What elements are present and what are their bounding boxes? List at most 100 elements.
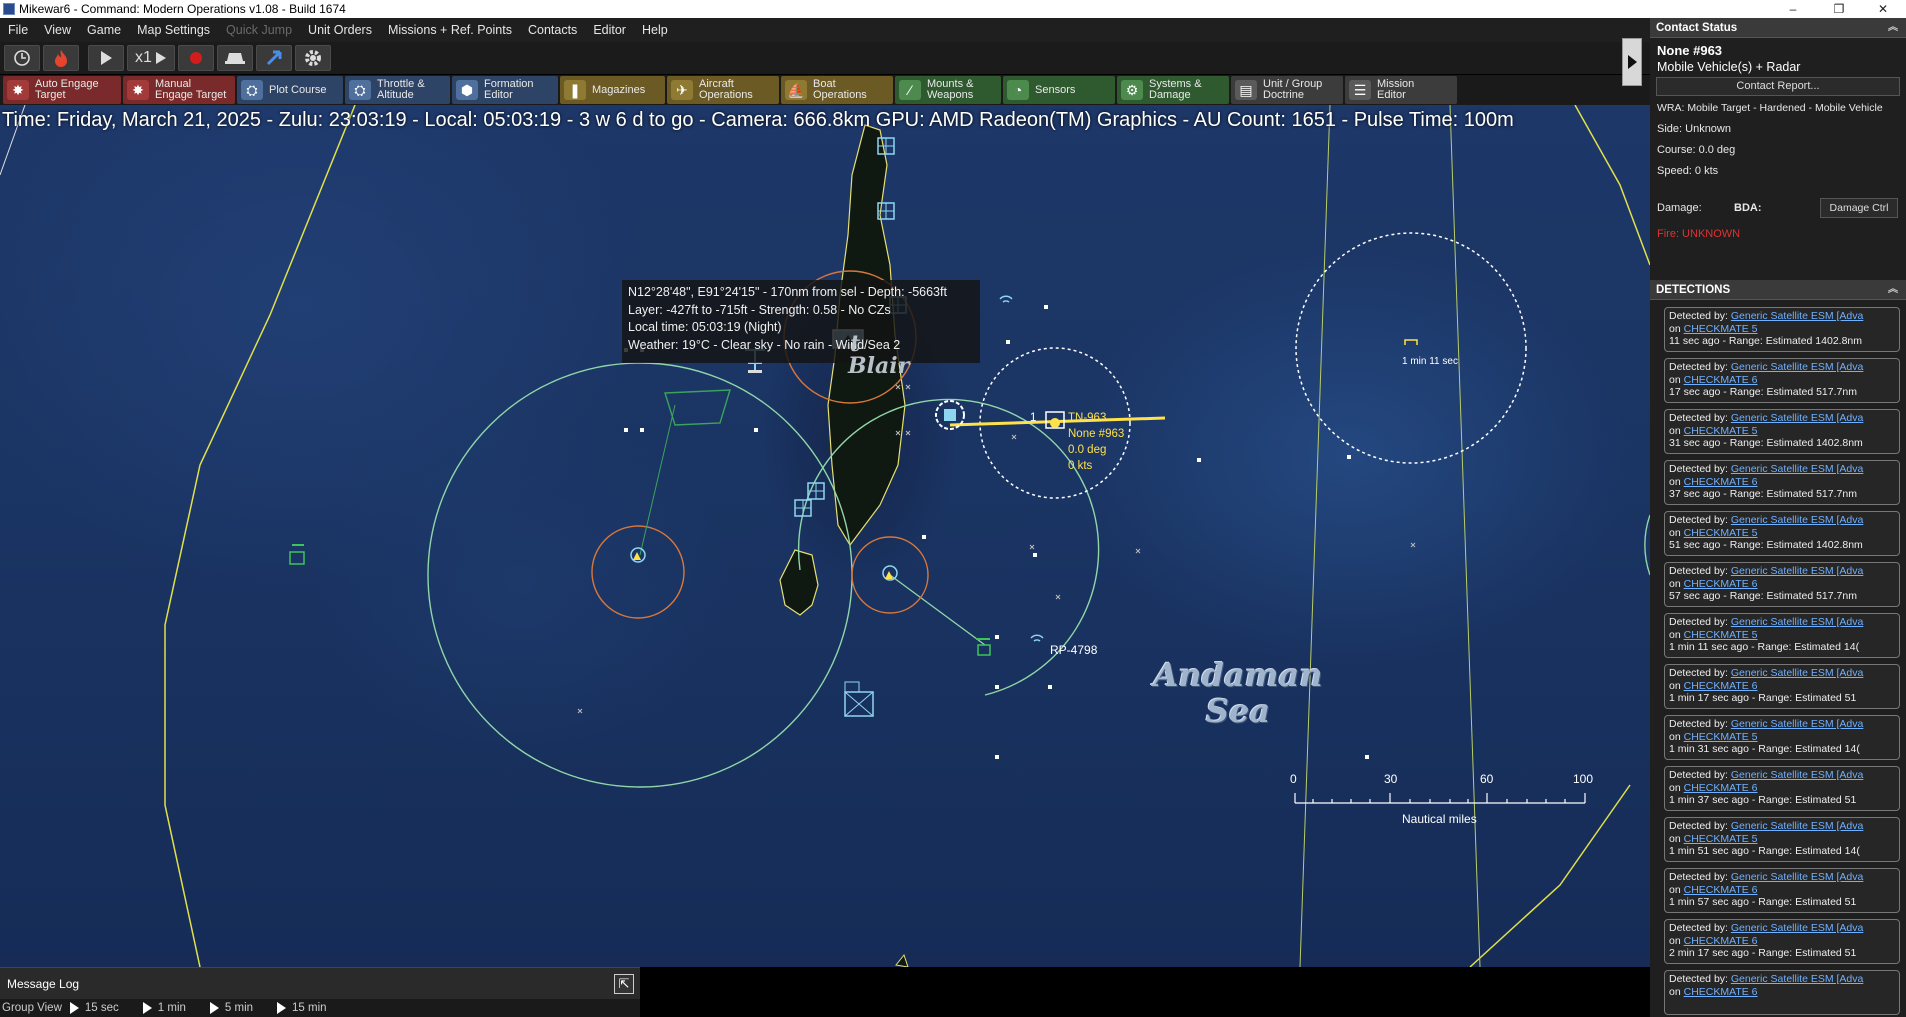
platform-link[interactable]: CHECKMATE 6: [1684, 884, 1758, 896]
menu-unit-orders[interactable]: Unit Orders: [300, 18, 380, 42]
sensor-link[interactable]: Generic Satellite ESM [Adva: [1731, 616, 1863, 628]
small-island: [895, 953, 909, 967]
menu-missions[interactable]: Missions + Ref. Points: [380, 18, 520, 42]
mission-editor-button[interactable]: ☰ Mission Editor: [1345, 76, 1457, 104]
detection-item[interactable]: Detected by: Generic Satellite ESM [Adva…: [1664, 562, 1900, 607]
platform-link[interactable]: CHECKMATE 5: [1684, 629, 1758, 641]
sensors-button[interactable]: ◔ Sensors: [1003, 76, 1115, 104]
detection-item[interactable]: Detected by: Generic Satellite ESM [Adva…: [1664, 766, 1900, 811]
detection-item[interactable]: Detected by: Generic Satellite ESM [Adva…: [1664, 307, 1900, 352]
message-log-bar[interactable]: Message Log ⇱: [0, 967, 640, 999]
detection-item[interactable]: Detected by: Generic Satellite ESM [Adva…: [1664, 817, 1900, 862]
settings-button[interactable]: [295, 45, 331, 71]
contact-dot: [1050, 418, 1060, 428]
sensor-link[interactable]: Generic Satellite ESM [Adva: [1731, 973, 1863, 985]
panel-collapse-button[interactable]: [1622, 38, 1642, 86]
plot-course-button[interactable]: ⛭ Plot Course: [237, 76, 343, 104]
contact-report-button[interactable]: Contact Report...: [1656, 77, 1900, 96]
aircraft-operations-button[interactable]: ✈ Aircraft Operations: [667, 76, 779, 104]
mounts-weapons-button[interactable]: ⁄ Mounts & Weapons: [895, 76, 1001, 104]
detection-item[interactable]: Detected by: Generic Satellite ESM [Adva…: [1664, 664, 1900, 709]
detection-range: - Range: Estimated 14(: [1751, 641, 1860, 653]
reference-point-label[interactable]: RP-4798: [1050, 643, 1097, 657]
sensor-link[interactable]: Generic Satellite ESM [Adva: [1731, 820, 1863, 832]
sensor-link[interactable]: Generic Satellite ESM [Adva: [1731, 514, 1863, 526]
clock-button[interactable]: [4, 45, 40, 71]
menu-contacts[interactable]: Contacts: [520, 18, 585, 42]
menu-editor[interactable]: Editor: [585, 18, 634, 42]
systems-damage-button[interactable]: ⚙ Systems & Damage: [1117, 76, 1229, 104]
close-button[interactable]: ✕: [1860, 0, 1906, 18]
detection-item[interactable]: Detected by: Generic Satellite ESM [Adva…: [1664, 970, 1900, 1015]
detection-item[interactable]: Detected by: Generic Satellite ESM [Adva…: [1664, 919, 1900, 964]
platform-link[interactable]: CHECKMATE 6: [1684, 476, 1758, 488]
record-button[interactable]: [178, 45, 214, 71]
menu-quick-jump[interactable]: Quick Jump: [218, 18, 300, 42]
tactical-map[interactable]: Time: Friday, March 21, 2025 - Zulu: 23:…: [0, 105, 1650, 967]
platform-link[interactable]: CHECKMATE 5: [1684, 731, 1758, 743]
view-button[interactable]: [217, 45, 253, 71]
platform-link[interactable]: CHECKMATE 6: [1684, 986, 1758, 998]
timestep-1min[interactable]: 1 min: [135, 1002, 186, 1014]
detections-header[interactable]: DETECTIONS ︽: [1650, 280, 1906, 300]
platform-link[interactable]: CHECKMATE 5: [1684, 425, 1758, 437]
collapse-chevron-icon[interactable]: ︽: [1888, 18, 1898, 38]
timestep-5min[interactable]: 5 min: [202, 1002, 253, 1014]
pointer-button[interactable]: [256, 45, 292, 71]
doctrine-button[interactable]: ▤ Unit / Group Doctrine: [1231, 76, 1343, 104]
formation-editor-button[interactable]: ⬢ Formation Editor: [452, 76, 558, 104]
sensor-link[interactable]: Generic Satellite ESM [Adva: [1731, 361, 1863, 373]
platform-link[interactable]: CHECKMATE 6: [1684, 578, 1758, 590]
sensor-link[interactable]: Generic Satellite ESM [Adva: [1731, 769, 1863, 781]
fire-button[interactable]: [43, 45, 79, 71]
sensor-link[interactable]: Generic Satellite ESM [Adva: [1731, 412, 1863, 424]
platform-link[interactable]: CHECKMATE 5: [1684, 527, 1758, 539]
manual-engage-button[interactable]: ✸ Manual Engage Target: [123, 76, 235, 104]
menu-help[interactable]: Help: [634, 18, 676, 42]
speed-button[interactable]: x1: [127, 45, 175, 71]
contact-status-header[interactable]: Contact Status ︽: [1650, 18, 1906, 38]
menu-file[interactable]: File: [0, 18, 36, 42]
sensor-link[interactable]: Generic Satellite ESM [Adva: [1731, 667, 1863, 679]
record-icon: [190, 52, 202, 64]
throttle-altitude-button[interactable]: ⛭ Throttle & Altitude: [345, 76, 450, 104]
detection-item[interactable]: Detected by: Generic Satellite ESM [Adva…: [1664, 511, 1900, 556]
menu-game[interactable]: Game: [79, 18, 129, 42]
sensor-link[interactable]: Generic Satellite ESM [Adva: [1731, 565, 1863, 577]
auto-engage-button[interactable]: ✸ Auto Engage Target: [3, 76, 121, 104]
platform-link[interactable]: CHECKMATE 6: [1684, 935, 1758, 947]
message-log-popout-button[interactable]: ⇱: [614, 974, 634, 994]
timestep-15min[interactable]: 15 min: [269, 1002, 327, 1014]
contact-label-group[interactable]: TN-963 None #963 0.0 deg 0 kts: [1068, 410, 1124, 474]
magazines-button[interactable]: ❚ Magazines: [560, 76, 665, 104]
sensor-link[interactable]: Generic Satellite ESM [Adva: [1731, 718, 1863, 730]
damage-control-button[interactable]: Damage Ctrl: [1820, 198, 1898, 218]
sensor-link[interactable]: Generic Satellite ESM [Adva: [1731, 871, 1863, 883]
platform-link[interactable]: CHECKMATE 5: [1684, 833, 1758, 845]
boat-operations-button[interactable]: ⛵ Boat Operations: [781, 76, 893, 104]
detection-item[interactable]: Detected by: Generic Satellite ESM [Adva…: [1664, 613, 1900, 658]
timestep-15sec[interactable]: 15 sec: [62, 1002, 119, 1014]
sensor-link[interactable]: Generic Satellite ESM [Adva: [1731, 463, 1863, 475]
on-label: on: [1669, 322, 1681, 335]
detection-item[interactable]: Detected by: Generic Satellite ESM [Adva…: [1664, 868, 1900, 913]
detection-item[interactable]: Detected by: Generic Satellite ESM [Adva…: [1664, 460, 1900, 505]
contact-index-label: 1: [1030, 412, 1037, 424]
platform-link[interactable]: CHECKMATE 6: [1684, 782, 1758, 794]
play-button[interactable]: [88, 45, 124, 71]
detection-item[interactable]: Detected by: Generic Satellite ESM [Adva…: [1664, 715, 1900, 760]
detection-item[interactable]: Detected by: Generic Satellite ESM [Adva…: [1664, 409, 1900, 454]
mission-icon: ☰: [1349, 80, 1371, 100]
menu-map-settings[interactable]: Map Settings: [129, 18, 218, 42]
collapse-chevron-icon[interactable]: ︽: [1888, 280, 1898, 300]
platform-link[interactable]: CHECKMATE 6: [1684, 680, 1758, 692]
sensor-link[interactable]: Generic Satellite ESM [Adva: [1731, 922, 1863, 934]
maximize-button[interactable]: ❐: [1816, 0, 1862, 18]
detection-range: - Range: Estimated 51: [1751, 947, 1857, 959]
detection-item[interactable]: Detected by: Generic Satellite ESM [Adva…: [1664, 358, 1900, 403]
platform-link[interactable]: CHECKMATE 5: [1684, 323, 1758, 335]
menu-view[interactable]: View: [36, 18, 79, 42]
minimize-button[interactable]: –: [1770, 0, 1816, 18]
platform-link[interactable]: CHECKMATE 6: [1684, 374, 1758, 386]
sensor-link[interactable]: Generic Satellite ESM [Adva: [1731, 310, 1863, 322]
